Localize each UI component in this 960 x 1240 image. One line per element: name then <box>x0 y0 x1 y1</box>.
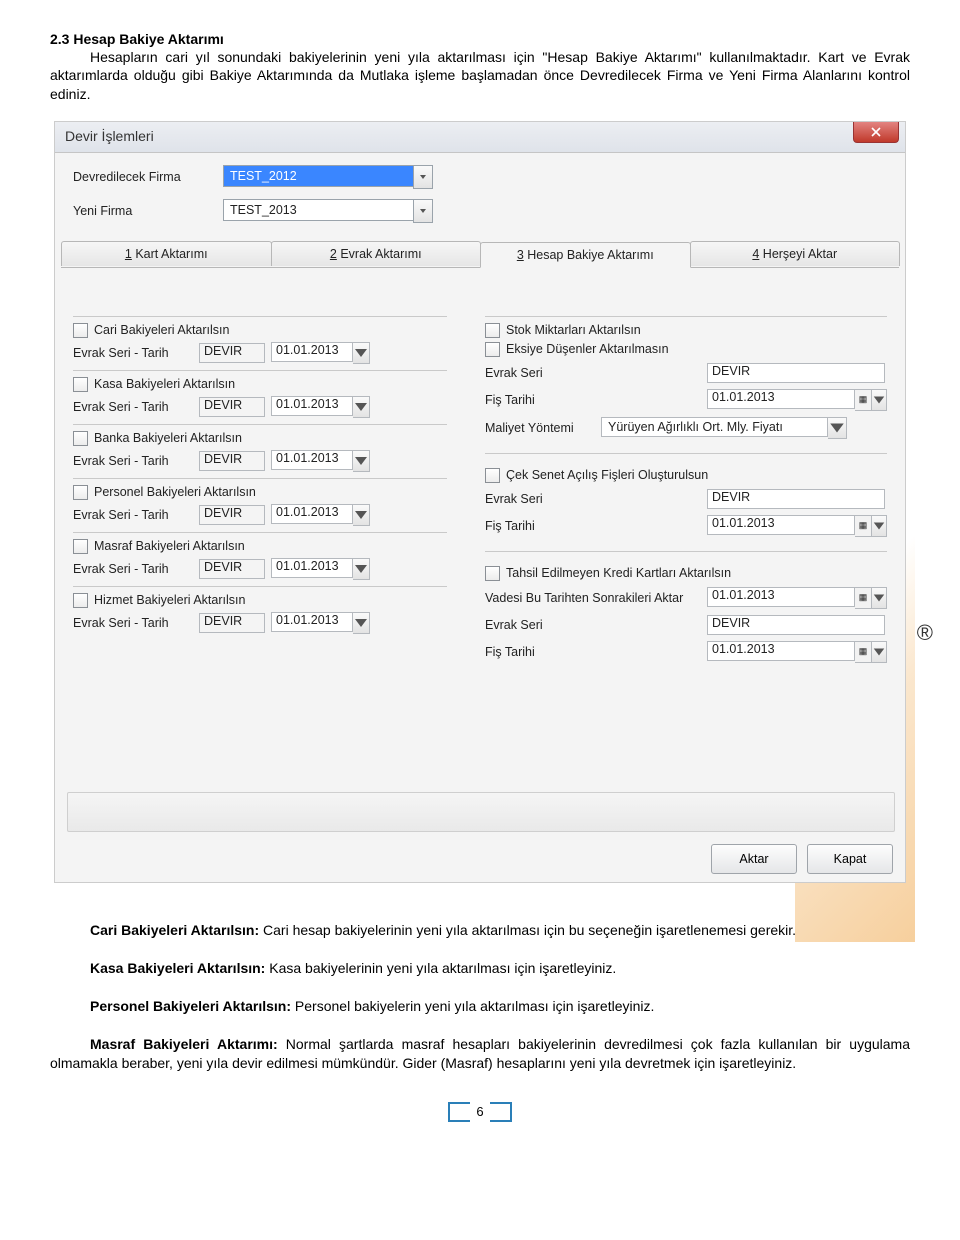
dialog-titlebar: Devir İşlemleri <box>55 122 905 153</box>
close-button[interactable] <box>853 122 899 143</box>
chevron-down-icon[interactable] <box>353 504 370 526</box>
chevron-down-icon[interactable] <box>353 342 370 364</box>
maliyet-select[interactable]: Yürüyen Ağırlıklı Ort. Mly. Fiyatı <box>601 417 847 439</box>
calendar-icon[interactable]: ▦ <box>855 641 872 663</box>
chk-cari-bakiye[interactable] <box>73 323 88 338</box>
paragraph-personel: Personel Bakiyeleri Aktarılsın: Personel… <box>50 997 910 1015</box>
date-input[interactable]: 01.01.2013 <box>271 504 370 526</box>
chk-stok-miktar[interactable] <box>485 323 500 338</box>
chevron-down-icon[interactable] <box>872 389 887 411</box>
calendar-icon[interactable]: ▦ <box>855 515 872 537</box>
paragraph-masraf: Masraf Bakiyeleri Aktarımı: Normal şartl… <box>50 1035 910 1071</box>
fis-tarihi-input[interactable]: 01.01.2013▦ <box>707 515 887 537</box>
right-column: Stok Miktarları Aktarılsın Eksiye Düşenl… <box>485 310 887 669</box>
tabs: 1 Kart Aktarımı 2 Evrak Aktarımı 3 Hesap… <box>61 241 899 268</box>
left-column: Cari Bakiyeleri Aktarılsın Evrak Seri - … <box>73 310 447 669</box>
fis-tarihi-input[interactable]: 01.01.2013▦ <box>707 641 887 663</box>
calendar-icon[interactable]: ▦ <box>855 587 872 609</box>
tab-herseyi-aktar[interactable]: 4 Herşeyi Aktar <box>690 241 901 266</box>
chk-hizmet-bakiye[interactable] <box>73 593 88 608</box>
seri-input[interactable]: DEVIR <box>199 397 265 417</box>
yeni-firma-combo[interactable]: TEST_2013 <box>223 199 433 223</box>
tab-hesap-bakiye-aktarimi[interactable]: 3 Hesap Bakiye Aktarımı <box>480 242 691 268</box>
devredilecek-firma-label: Devredilecek Firma <box>73 170 223 184</box>
aktar-button[interactable]: Aktar <box>711 844 797 874</box>
chevron-down-icon[interactable] <box>353 558 370 580</box>
chk-masraf-bakiye[interactable] <box>73 539 88 554</box>
chevron-down-icon[interactable] <box>353 396 370 418</box>
chk-kasa-bakiye[interactable] <box>73 377 88 392</box>
chevron-down-icon[interactable] <box>872 515 887 537</box>
seri-input[interactable]: DEVIR <box>199 559 265 579</box>
paragraph-cari: Cari Bakiyeleri Aktarılsın: Cari hesap b… <box>50 921 910 939</box>
chk-cek-senet[interactable] <box>485 468 500 483</box>
chk-personel-bakiye[interactable] <box>73 485 88 500</box>
dialog-title: Devir İşlemleri <box>55 122 164 150</box>
date-input[interactable]: 01.01.2013 <box>271 558 370 580</box>
close-icon <box>871 127 881 137</box>
chevron-down-icon[interactable] <box>872 587 887 609</box>
devredilecek-firma-combo[interactable]: TEST_2012 <box>223 165 433 189</box>
vadesi-date-input[interactable]: 01.01.2013▦ <box>707 587 887 609</box>
evrak-seri-input[interactable]: DEVIR <box>707 363 885 383</box>
chk-kredi-kart[interactable] <box>485 566 500 581</box>
chk-banka-bakiye[interactable] <box>73 431 88 446</box>
chk-eksiye-dusen[interactable] <box>485 342 500 357</box>
status-area <box>67 792 895 832</box>
evrak-seri-input[interactable]: DEVIR <box>707 615 885 635</box>
kapat-button[interactable]: Kapat <box>807 844 893 874</box>
seri-input[interactable]: DEVIR <box>199 505 265 525</box>
seri-input[interactable]: DEVIR <box>199 343 265 363</box>
chevron-down-icon[interactable] <box>828 417 847 439</box>
evrak-seri-input[interactable]: DEVIR <box>707 489 885 509</box>
date-input[interactable]: 01.01.2013 <box>271 450 370 472</box>
chevron-down-icon[interactable] <box>872 641 887 663</box>
devir-dialog: ® Devir İşlemleri Devredilecek Firma TES… <box>54 121 906 883</box>
date-input[interactable]: 01.01.2013 <box>271 342 370 364</box>
intro-paragraph: Hesapların cari yıl sonundaki bakiyeleri… <box>50 48 910 103</box>
registered-mark: ® <box>917 620 933 646</box>
date-input[interactable]: 01.01.2013 <box>271 396 370 418</box>
yeni-firma-label: Yeni Firma <box>73 204 223 218</box>
paragraph-kasa: Kasa Bakiyeleri Aktarılsın: Kasa bakiyel… <box>50 959 910 977</box>
page-number: 6 <box>445 1102 515 1122</box>
tab-evrak-aktarimi[interactable]: 2 Evrak Aktarımı <box>271 241 482 266</box>
date-input[interactable]: 01.01.2013 <box>271 612 370 634</box>
section-title: 2.3 Hesap Bakiye Aktarımı <box>50 30 910 48</box>
chevron-down-icon[interactable] <box>413 165 433 189</box>
tab-kart-aktarimi[interactable]: 1 Kart Aktarımı <box>61 241 272 266</box>
seri-input[interactable]: DEVIR <box>199 613 265 633</box>
fis-tarihi-input[interactable]: 01.01.2013▦ <box>707 389 887 411</box>
chevron-down-icon[interactable] <box>353 450 370 472</box>
chevron-down-icon[interactable] <box>413 199 433 223</box>
chevron-down-icon[interactable] <box>353 612 370 634</box>
calendar-icon[interactable]: ▦ <box>855 389 872 411</box>
seri-input[interactable]: DEVIR <box>199 451 265 471</box>
